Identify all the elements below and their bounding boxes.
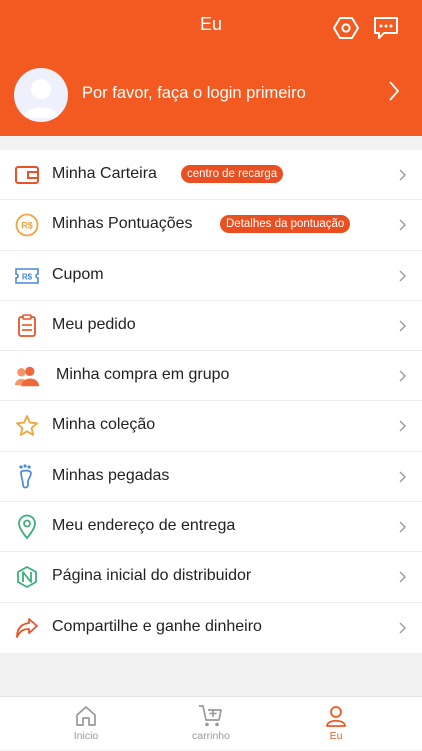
bottom-tab-bar: Inicio carrinho Eu — [0, 696, 422, 750]
menu-item-collection[interactable]: Minha coleção — [0, 401, 422, 452]
avatar-icon — [23, 79, 59, 118]
menu-item-label: Minha compra em grupo — [56, 366, 230, 384]
menu-item-share[interactable]: Compartilhe e ganhe dinheiro — [0, 603, 422, 653]
location-icon — [14, 514, 40, 540]
menu-item-label: Minha coleção — [52, 416, 156, 434]
chevron-right-icon — [399, 471, 406, 483]
login-prompt[interactable]: Por favor, faça o login primeiro — [82, 84, 306, 103]
menu-item-label: Cupom — [52, 265, 104, 283]
menu-item-label: Compartilhe e ganhe dinheiro — [52, 617, 262, 635]
settings-button[interactable] — [332, 14, 360, 42]
svg-text:R$: R$ — [21, 221, 33, 231]
chevron-right-icon — [399, 420, 406, 432]
coupon-icon: R$ — [14, 263, 40, 289]
menu-item-label: Meu pedido — [52, 315, 136, 333]
user-icon — [326, 706, 346, 727]
settings-icon — [333, 17, 359, 39]
chevron-right-icon — [399, 169, 406, 181]
svg-text:R$: R$ — [22, 272, 33, 281]
login-chevron-icon[interactable] — [388, 80, 400, 107]
cart-icon — [199, 705, 222, 727]
chevron-right-icon — [399, 219, 406, 231]
points-icon: R$ — [14, 212, 40, 238]
profile-header: Eu Por favor, faça o login primeiro — [0, 0, 422, 136]
chevron-right-icon — [399, 270, 406, 282]
menu-item-distributor[interactable]: Página inicial do distribuidor — [0, 552, 422, 603]
menu-item-label: Página inicial do distribuidor — [52, 567, 252, 585]
tab-home[interactable]: Inicio — [46, 697, 126, 751]
message-icon — [374, 17, 398, 39]
chevron-right-icon — [399, 320, 406, 332]
chevron-right-icon — [399, 521, 406, 533]
share-icon — [14, 615, 40, 641]
menu-item-coupon[interactable]: R$ Cupom — [0, 251, 422, 301]
tab-me[interactable]: Eu — [296, 697, 376, 751]
points-details-badge[interactable]: Detalhes da pontuação — [220, 215, 351, 234]
avatar[interactable] — [14, 68, 68, 122]
menu-item-footprints[interactable]: Minhas pegadas — [0, 452, 422, 503]
tab-cart[interactable]: carrinho — [171, 697, 251, 751]
message-button[interactable] — [372, 14, 400, 42]
footprint-icon — [14, 464, 40, 490]
wallet-icon — [14, 162, 40, 188]
menu-item-label: Meu endereço de entrega — [52, 517, 236, 535]
tab-label: Eu — [329, 730, 343, 742]
group-icon — [14, 363, 40, 389]
menu-item-group-buy[interactable]: Minha compra em grupo — [0, 351, 422, 402]
menu-item-label: Minhas Pontuações — [52, 215, 193, 233]
chevron-right-icon — [399, 571, 406, 583]
home-icon — [76, 706, 96, 726]
order-icon — [14, 313, 40, 339]
tab-label: carrinho — [192, 730, 230, 742]
recharge-center-badge[interactable]: centro de recarga — [181, 165, 284, 183]
menu-item-wallet[interactable]: Minha Carteira centro de recarga — [0, 150, 422, 201]
menu-item-label: Minha Carteira — [52, 165, 157, 182]
tab-label: Inicio — [73, 730, 99, 742]
chevron-right-icon — [399, 622, 406, 634]
chevron-right-icon — [399, 370, 406, 382]
star-icon — [14, 413, 40, 439]
menu-item-order[interactable]: Meu pedido — [0, 301, 422, 352]
menu-item-address[interactable]: Meu endereço de entrega — [0, 502, 422, 553]
menu-list: Minha Carteira centro de recarga R$ Minh… — [0, 150, 422, 653]
menu-item-label: Minhas pegadas — [52, 466, 170, 484]
distributor-icon — [14, 564, 40, 590]
menu-item-points[interactable]: R$ Minhas Pontuações Detalhes da pontuaç… — [0, 200, 422, 251]
